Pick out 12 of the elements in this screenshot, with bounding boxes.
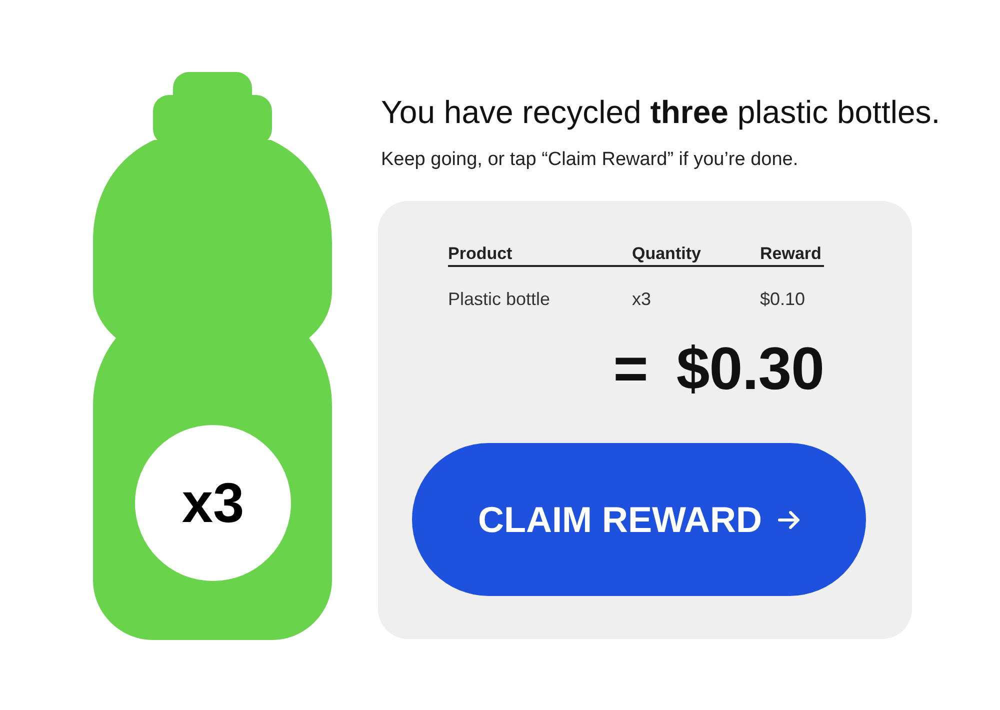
claim-reward-button[interactable]: CLAIM REWARD: [412, 443, 866, 596]
table-cell-text: $0.10: [760, 288, 806, 310]
column-header: Reward: [760, 243, 822, 264]
column-header: Quantity: [632, 243, 702, 264]
table-cell-text: x3: [632, 288, 652, 310]
arrow-right-icon: [778, 510, 800, 528]
equals-sign: =: [613, 339, 648, 399]
table-cell-text: Plastic bottle: [448, 288, 552, 310]
total-amount: $0.30: [676, 339, 824, 399]
instruction-text: Keep going, or tap “Claim Reward” if you’re done.: [381, 148, 798, 172]
headline: You have recycled three plastic bottles.: [381, 93, 940, 131]
column-header: Product: [448, 243, 514, 264]
